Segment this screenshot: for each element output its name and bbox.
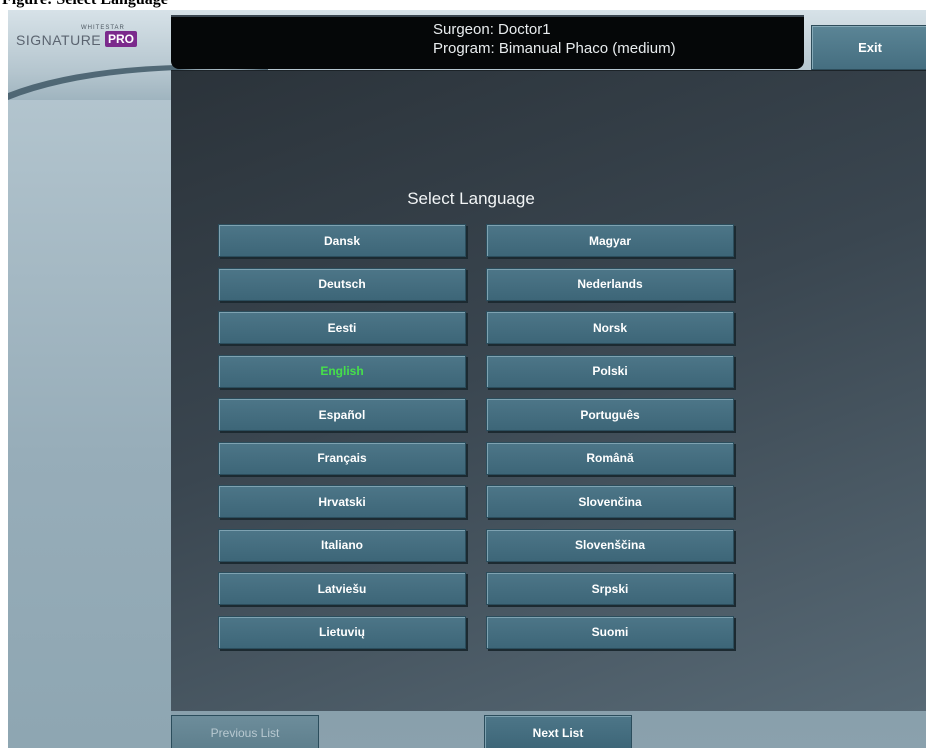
language-button-nederlands[interactable]: Nederlands [486,267,734,301]
language-button-dansk[interactable]: Dansk [218,224,466,257]
language-button-espa-ol[interactable]: Español [218,398,466,431]
logo-signature-text: SIGNATURE [16,32,102,48]
language-button-rom-n-[interactable]: Română [486,441,734,475]
surgeon-program-bar: Surgeon: Doctor1 Program: Bimanual Phaco… [171,15,804,69]
language-button-suomi[interactable]: Suomi [486,615,734,649]
language-button-hrvatski[interactable]: Hrvatski [218,485,466,518]
language-button-deutsch[interactable]: Deutsch [218,267,466,301]
phaco-screen: WHITESTAR SIGNATURE PRO Surgeon: Doctor1… [8,10,926,748]
previous-list-button[interactable]: Previous List [171,715,319,748]
language-button-lietuvi-[interactable]: Lietuvių [218,615,466,649]
next-list-button[interactable]: Next List [484,715,632,748]
language-button-srpski[interactable]: Srpski [486,572,734,605]
language-panel: Select Language Dansk Deutsch Eesti English… [171,70,926,711]
language-button-sloven-ina[interactable]: Slovenčina [486,485,734,518]
surgeon-label: Surgeon: Doctor1 [433,21,551,38]
caption-text: Figure: Select Language [2,0,168,9]
language-button-polski[interactable]: Polski [486,354,734,388]
language-button-english[interactable]: English [218,354,466,388]
signature-pro-logo: WHITESTAR SIGNATURE PRO [16,22,146,52]
language-button-latvie-u[interactable]: Latviešu [218,572,466,605]
exit-button[interactable]: Exit [811,25,926,70]
language-button-norsk[interactable]: Norsk [486,311,734,344]
left-panel [8,10,171,748]
language-button-italiano[interactable]: Italiano [218,528,466,562]
page-title: Select Language [407,189,535,208]
figure-caption: Figure: Select Language [0,0,926,10]
language-button-magyar[interactable]: Magyar [486,224,734,257]
program-label: Program: Bimanual Phaco (medium) [433,40,676,57]
logo-pro-badge: PRO [105,31,138,47]
language-button-eesti[interactable]: Eesti [218,311,466,344]
language-button-portugu-s[interactable]: Português [486,398,734,431]
language-button-sloven-ina[interactable]: Slovenščina [486,528,734,562]
language-button-fran-ais[interactable]: Français [218,441,466,475]
